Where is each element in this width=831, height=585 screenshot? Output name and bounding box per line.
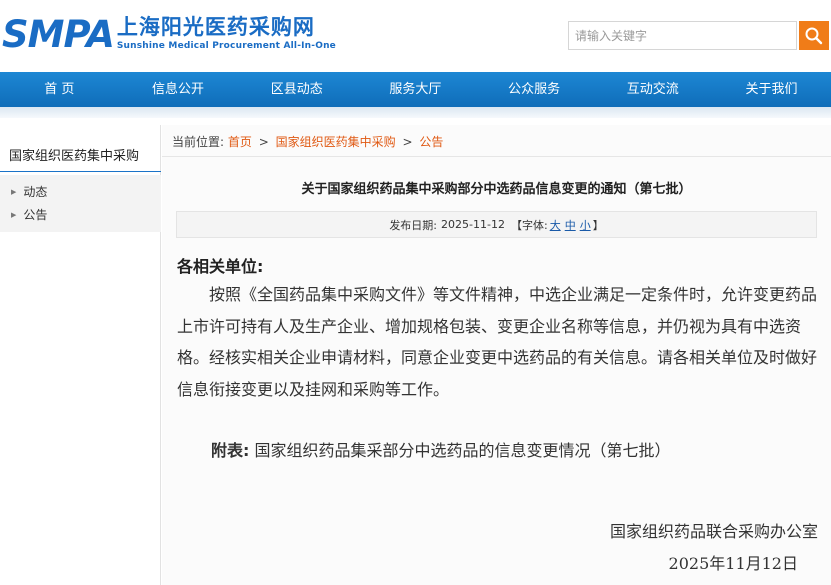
logo-smpa-text: SMPA — [2, 13, 115, 56]
search-icon — [805, 27, 823, 44]
breadcrumb-link-announcements[interactable]: 公告 — [419, 135, 443, 149]
triangle-right-icon: ▶ — [11, 210, 17, 219]
article-body: 按照《全国药品集中采购文件》等文件精神，中选企业满足一定条件时，允许变更药品上市… — [177, 285, 818, 399]
search-box — [568, 21, 797, 50]
sidebar-item-news[interactable]: ▶ 动态 — [0, 180, 161, 203]
breadcrumb-link-home[interactable]: 首页 — [228, 135, 252, 149]
font-size-large-link[interactable]: 大 — [550, 217, 561, 233]
salutation: 各相关单位: — [177, 257, 264, 276]
attachment-line: 附表: 国家组织药品集采部分中选药品的信息变更情况（第七批） — [211, 437, 671, 461]
breadcrumb-separator: > — [402, 135, 413, 149]
sidebar-title: 国家组织医药集中采购 — [0, 147, 161, 172]
publish-date: 2025-11-12 — [441, 218, 505, 231]
attachment-link[interactable]: 国家组织药品集采部分中选药品的信息变更情况（第七批） — [255, 441, 671, 460]
search-button[interactable] — [799, 21, 829, 50]
nav-item-public-service[interactable]: 公众服务 — [475, 72, 594, 107]
nav-item-service-hall[interactable]: 服务大厅 — [356, 72, 475, 107]
font-size-small-link[interactable]: 小 — [580, 217, 591, 233]
signature-date: 2025年11月12日 — [668, 554, 798, 573]
breadcrumb-prefix: 当前位置: — [172, 135, 225, 149]
sidebar-item-announcements[interactable]: ▶ 公告 — [0, 203, 161, 226]
font-size-label-open: 【字体: — [510, 218, 548, 232]
breadcrumb: 当前位置: 首页 > 国家组织医药集中采购 > 公告 — [172, 133, 443, 150]
triangle-right-icon: ▶ — [11, 187, 17, 196]
nav-shadow-band — [0, 107, 831, 118]
signature-organization: 国家组织药品联合采购办公室 — [609, 522, 818, 541]
nav-item-district-news[interactable]: 区县动态 — [237, 72, 356, 107]
sidebar-list: ▶ 动态 ▶ 公告 — [0, 175, 161, 232]
site-header: SMPA 上海阳光医药采购网 Sunshine Medical Procurem… — [0, 0, 831, 72]
article-title: 关于国家组织药品集中采购部分中选药品信息变更的通知（第七批） — [301, 182, 692, 197]
site-logo[interactable]: SMPA 上海阳光医药采购网 Sunshine Medical Procurem… — [2, 14, 336, 56]
sidebar: 国家组织医药集中采购 ▶ 动态 ▶ 公告 — [0, 125, 161, 585]
breadcrumb-separator: > — [258, 135, 269, 149]
main-nav: 首 页 信息公开 区县动态 服务大厅 公众服务 互动交流 关于我们 — [0, 72, 831, 107]
sidebar-item-label: 动态 — [23, 185, 48, 199]
font-size-label-close: 】 — [592, 218, 604, 232]
logo-chinese-name: 上海阳光医药采购网 — [116, 14, 315, 39]
nav-item-home[interactable]: 首 页 — [0, 72, 119, 107]
sidebar-item-label: 公告 — [23, 208, 48, 222]
logo-english-name: Sunshine Medical Procurement All-In-One — [116, 41, 336, 51]
nav-item-interaction[interactable]: 互动交流 — [593, 72, 712, 107]
breadcrumb-divider — [162, 156, 831, 157]
article-meta: 发布日期: 2025-11-12 【字体: 大 中 小 】 — [176, 211, 817, 238]
publish-date-label: 发布日期: — [389, 218, 438, 232]
font-size-medium-link[interactable]: 中 — [565, 217, 576, 233]
search-input[interactable] — [569, 22, 796, 49]
nav-item-about-us[interactable]: 关于我们 — [712, 72, 831, 107]
article-content: 当前位置: 首页 > 国家组织医药集中采购 > 公告 关于国家组织药品集中采购部… — [162, 125, 831, 585]
breadcrumb-link-category[interactable]: 国家组织医药集中采购 — [276, 135, 396, 149]
attachment-label: 附表: — [211, 441, 250, 460]
nav-item-info-disclosure[interactable]: 信息公开 — [119, 72, 238, 107]
